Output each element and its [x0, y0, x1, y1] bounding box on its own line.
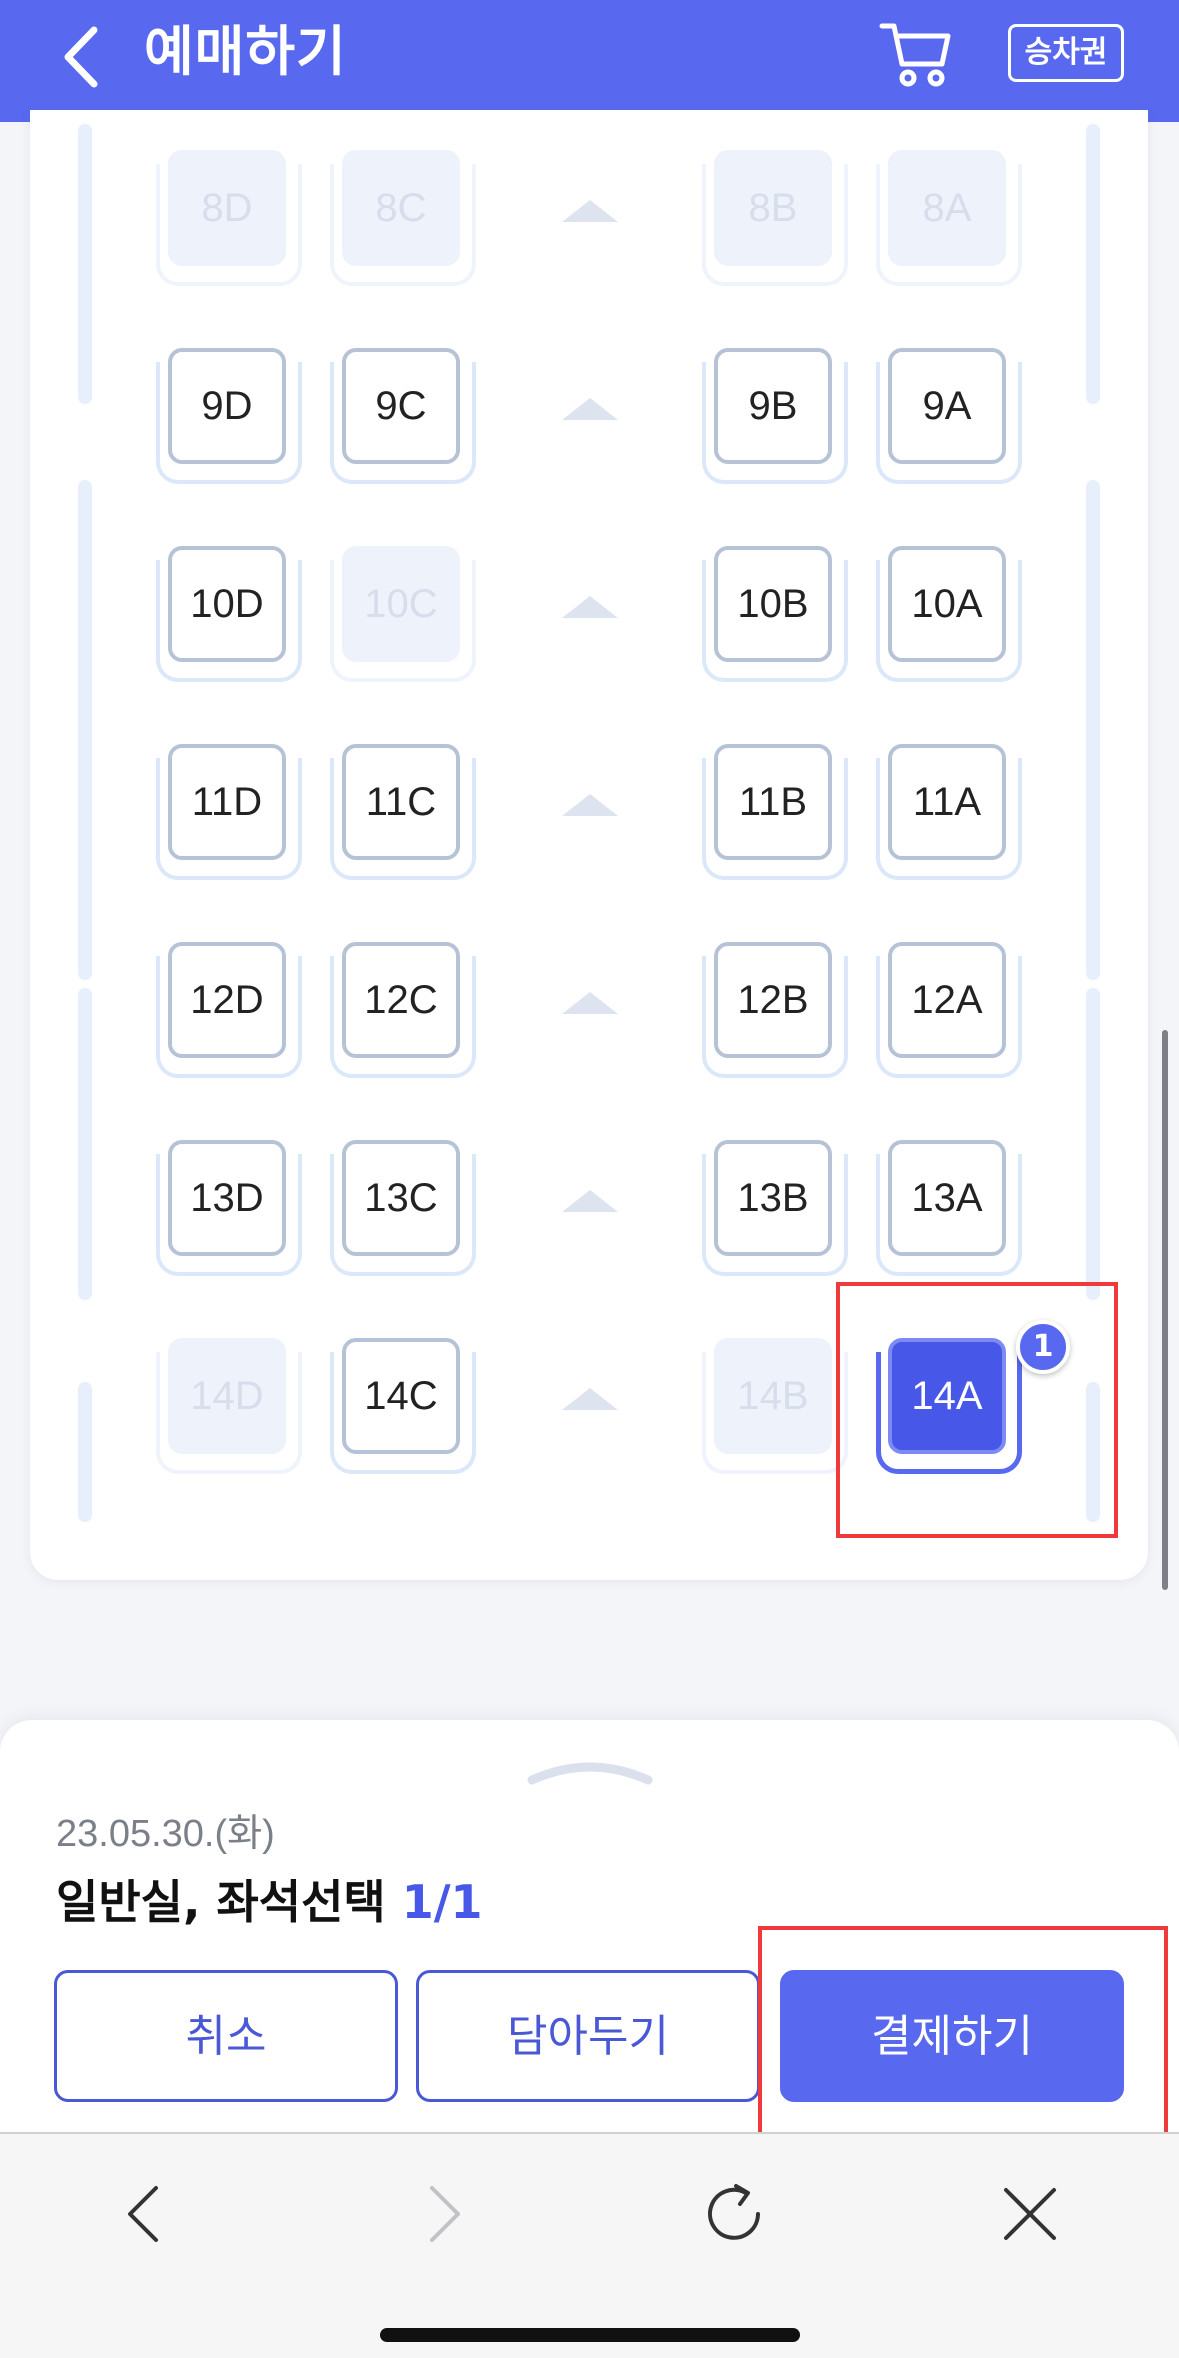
seat-13C[interactable]: 13C: [330, 1140, 476, 1276]
seat-14B: 14B: [702, 1338, 848, 1474]
seat-label: 11D: [168, 744, 286, 860]
seat-12D[interactable]: 12D: [156, 942, 302, 1078]
browser-forward-button[interactable]: [404, 2174, 484, 2254]
home-indicator: [380, 2328, 800, 2342]
window-left: [78, 988, 92, 1300]
seat-label: 8B: [714, 150, 832, 266]
seat-12C[interactable]: 12C: [330, 942, 476, 1078]
window-right: [1086, 124, 1100, 404]
seat-map: 8D 8C 8B 8A 9D 9C 9B 9A 10D 10C 10B 10A …: [30, 110, 1148, 1580]
seat-label: 8A: [888, 150, 1006, 266]
aisle-direction-icon: [562, 596, 618, 618]
seat-label: 10A: [888, 546, 1006, 662]
seat-label: 11B: [714, 744, 832, 860]
seat-selection-summary: 일반실, 좌석선택 1/1: [56, 1866, 483, 1932]
seat-13B[interactable]: 13B: [702, 1140, 848, 1276]
highlight-box-seat: [836, 1282, 1118, 1538]
seat-label: 10B: [714, 546, 832, 662]
seat-label: 11A: [888, 744, 1006, 860]
seat-10D[interactable]: 10D: [156, 546, 302, 682]
selected-count: 1/1: [401, 1875, 483, 1929]
seat-label: 10C: [342, 546, 460, 662]
seat-label: 9C: [342, 348, 460, 464]
seat-9A[interactable]: 9A: [876, 348, 1022, 484]
seat-10C: 10C: [330, 546, 476, 682]
seat-9B[interactable]: 9B: [702, 348, 848, 484]
seat-label: 12D: [168, 942, 286, 1058]
seat-14C[interactable]: 14C: [330, 1338, 476, 1474]
seat-label: 13D: [168, 1140, 286, 1256]
seat-10B[interactable]: 10B: [702, 546, 848, 682]
seat-11D[interactable]: 11D: [156, 744, 302, 880]
chevron-left-icon: [64, 26, 98, 88]
seat-label: 9A: [888, 348, 1006, 464]
reload-icon: [708, 2184, 760, 2240]
seat-8B: 8B: [702, 150, 848, 286]
cancel-button[interactable]: 취소: [54, 1970, 398, 2102]
seat-label: 9D: [168, 348, 286, 464]
seat-9C[interactable]: 9C: [330, 348, 476, 484]
aisle-direction-icon: [562, 398, 618, 420]
ticket-button[interactable]: 승차권: [1008, 24, 1124, 82]
seat-label: 12B: [714, 942, 832, 1058]
seat-13A[interactable]: 13A: [876, 1140, 1022, 1276]
window-right: [1086, 480, 1100, 980]
chevron-left-icon: [128, 2186, 158, 2242]
seat-label: 14D: [168, 1338, 286, 1454]
chevron-up-icon: [527, 1762, 653, 1785]
seat-label: 9B: [714, 348, 832, 464]
seat-9D[interactable]: 9D: [156, 348, 302, 484]
close-icon: [1004, 2188, 1056, 2240]
browser-back-button[interactable]: [104, 2174, 184, 2254]
seat-label: 12C: [342, 942, 460, 1058]
seat-13D[interactable]: 13D: [156, 1140, 302, 1276]
aisle-direction-icon: [562, 1190, 618, 1212]
seat-label: 13B: [714, 1140, 832, 1256]
car-class-label: 일반실, 좌석선택: [56, 1875, 386, 1929]
seat-10A[interactable]: 10A: [876, 546, 1022, 682]
browser-reload-button[interactable]: [696, 2174, 776, 2254]
save-to-cart-button[interactable]: 담아두기: [416, 1970, 760, 2102]
browser-toolbar: [0, 2132, 1179, 2358]
scrollbar[interactable]: [1162, 1030, 1168, 1590]
seat-11A[interactable]: 11A: [876, 744, 1022, 880]
browser-close-button[interactable]: [990, 2174, 1070, 2254]
cart-icon: [879, 23, 951, 87]
seat-12B[interactable]: 12B: [702, 942, 848, 1078]
seat-label: 13A: [888, 1140, 1006, 1256]
app-header: 예매하기 승차권: [0, 0, 1179, 122]
seat-8D: 8D: [156, 150, 302, 286]
window-left: [78, 1382, 92, 1522]
seat-label: 12A: [888, 942, 1006, 1058]
seat-label: 8C: [342, 150, 460, 266]
seat-14D: 14D: [156, 1338, 302, 1474]
seat-11B[interactable]: 11B: [702, 744, 848, 880]
window-left: [78, 124, 92, 404]
seat-8C: 8C: [330, 150, 476, 286]
seat-label: 8D: [168, 150, 286, 266]
aisle-direction-icon: [562, 1388, 618, 1410]
seat-8A: 8A: [876, 150, 1022, 286]
chevron-right-icon: [430, 2186, 460, 2242]
aisle-direction-icon: [562, 200, 618, 222]
cart-button[interactable]: [878, 18, 954, 88]
aisle-direction-icon: [562, 794, 618, 816]
aisle-direction-icon: [562, 992, 618, 1014]
seat-label: 14C: [342, 1338, 460, 1454]
seat-label: 11C: [342, 744, 460, 860]
window-left: [78, 480, 92, 980]
seat-label: 13C: [342, 1140, 460, 1256]
seat-11C[interactable]: 11C: [330, 744, 476, 880]
window-right: [1086, 988, 1100, 1300]
selection-sheet: 23.05.30.(화) 일반실, 좌석선택 1/1 취소 담아두기 결제하기: [0, 1720, 1179, 2170]
page-title: 예매하기: [144, 20, 347, 83]
sheet-handle[interactable]: [526, 1750, 654, 1786]
seat-label: 14B: [714, 1338, 832, 1454]
seat-label: 10D: [168, 546, 286, 662]
travel-date: 23.05.30.(화): [56, 1813, 275, 1855]
seat-12A[interactable]: 12A: [876, 942, 1022, 1078]
back-button[interactable]: [58, 22, 108, 92]
